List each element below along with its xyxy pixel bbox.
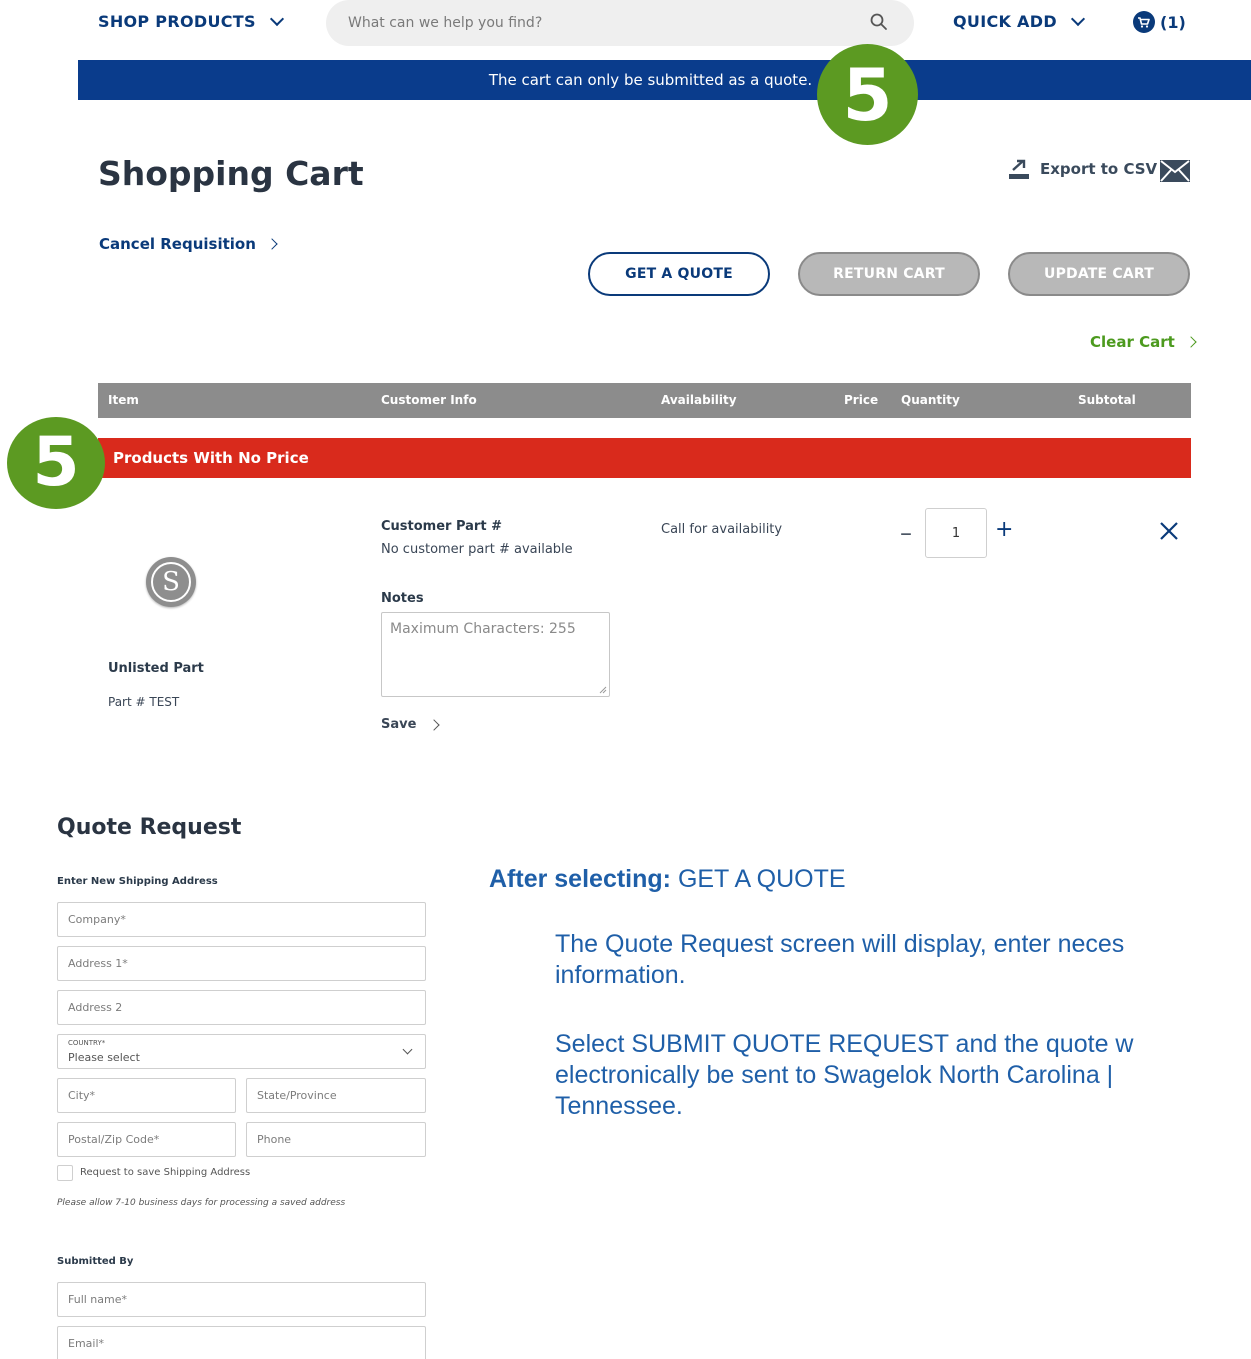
update-cart-label: UPDATE CART (1044, 266, 1154, 282)
chevron-down-icon (269, 11, 284, 26)
callout-number: 5 (32, 423, 80, 502)
phone-field[interactable] (246, 1122, 426, 1157)
save-address-label: Request to save Shipping Address (80, 1167, 251, 1178)
part-number: Part # TEST (108, 695, 180, 709)
company-field[interactable] (57, 902, 426, 937)
quote-only-banner: The cart can only be submitted as a quot… (78, 60, 1251, 100)
callout-number: 5 (842, 52, 893, 137)
save-notes-link[interactable]: Save (381, 717, 441, 732)
item-name: Unlisted Part (108, 661, 204, 676)
instruction-lead-label: After selecting: (489, 865, 671, 893)
instruction-para-1: The Quote Request screen will display, e… (555, 930, 1125, 989)
quantity-increase-button[interactable]: + (995, 517, 1013, 542)
cancel-requisition-label: Cancel Requisition (99, 235, 256, 253)
save-address-checkbox[interactable] (57, 1165, 73, 1181)
export-icon (1009, 159, 1029, 179)
processing-note: Please allow 7-10 business days for proc… (57, 1198, 346, 1208)
quick-add-label: QUICK ADD (953, 12, 1057, 31)
quantity-decrease-button[interactable]: – (900, 519, 912, 547)
instruction-lead: After selecting: GET A QUOTE (489, 864, 846, 895)
column-header-availability: Availability (661, 393, 737, 407)
cart-table-header: Item Customer Info Availability Price Qu… (98, 383, 1191, 418)
search-bar[interactable] (326, 0, 914, 46)
availability-text: Call for availability (661, 522, 783, 537)
clear-cart-link[interactable]: Clear Cart (1090, 333, 1197, 351)
country-label: COUNTRY* (68, 1039, 106, 1047)
banner-message: The cart can only be submitted as a quot… (488, 71, 813, 89)
get-a-quote-label: GET A QUOTE (625, 266, 733, 282)
chevron-right-icon (428, 718, 441, 731)
quick-add-menu[interactable]: QUICK ADD (953, 11, 1085, 31)
chevron-down-icon (1070, 11, 1085, 26)
column-header-customer-info: Customer Info (381, 393, 477, 407)
instruction-para-2: Select SUBMIT QUOTE REQUEST and the quot… (555, 1030, 1134, 1120)
notes-label: Notes (381, 591, 424, 606)
search-input[interactable] (348, 0, 848, 46)
quote-request-title: Quote Request (57, 815, 242, 840)
column-header-subtotal: Subtotal (1078, 393, 1136, 407)
cancel-requisition-link[interactable]: Cancel Requisition (99, 235, 278, 253)
clear-cart-label: Clear Cart (1090, 333, 1175, 351)
state-field[interactable] (246, 1078, 426, 1113)
callout-badge-top: 5 (817, 44, 918, 145)
save-label: Save (381, 717, 417, 732)
email-field[interactable] (57, 1326, 426, 1359)
full-name-field[interactable] (57, 1282, 426, 1317)
product-logo: S (146, 557, 196, 607)
address2-field[interactable] (57, 990, 426, 1025)
page-title: Shopping Cart (98, 154, 364, 193)
submitted-by-heading: Submitted By (57, 1256, 134, 1267)
chevron-right-icon (1185, 336, 1197, 348)
export-to-csv[interactable]: Export to CSV (1008, 158, 1157, 180)
return-cart-label: RETURN CART (833, 266, 945, 282)
notes-textarea[interactable] (381, 612, 610, 697)
search-icon[interactable] (870, 13, 888, 31)
group-label: Products With No Price (113, 449, 309, 467)
get-a-quote-button[interactable]: GET A QUOTE (588, 252, 770, 296)
products-no-price-header: Products With No Price (98, 438, 1191, 478)
chevron-right-icon (266, 238, 278, 250)
resize-grip-icon[interactable] (599, 686, 607, 694)
customer-part-value: No customer part # available (381, 542, 573, 557)
shop-products-menu[interactable]: SHOP PRODUCTS (98, 11, 284, 31)
column-header-quantity: Quantity (901, 393, 960, 407)
cart-count: (1) (1160, 12, 1186, 32)
export-label: Export to CSV (1040, 160, 1158, 178)
country-select[interactable]: COUNTRY* Please select (57, 1034, 426, 1069)
cart-button[interactable]: (1) (1132, 10, 1186, 34)
postal-code-field[interactable] (57, 1122, 236, 1157)
column-header-item: Item (108, 393, 139, 407)
update-cart-button[interactable]: UPDATE CART (1008, 252, 1190, 296)
country-value: Please select (68, 1051, 140, 1064)
callout-badge-left: 5 (7, 417, 105, 509)
chevron-down-icon (402, 1044, 413, 1055)
address1-field[interactable] (57, 946, 426, 981)
cart-icon (1133, 11, 1155, 33)
shop-products-label: SHOP PRODUCTS (98, 12, 256, 31)
email-icon[interactable] (1160, 160, 1190, 182)
column-header-price: Price (844, 393, 879, 407)
remove-item-icon[interactable] (1158, 520, 1180, 542)
quantity-input[interactable] (925, 508, 987, 558)
customer-part-label: Customer Part # (381, 519, 502, 534)
instruction-lead-action: GET A QUOTE (677, 865, 846, 893)
return-cart-button[interactable]: RETURN CART (798, 252, 980, 296)
city-field[interactable] (57, 1078, 236, 1113)
swagelok-logo-icon: S (151, 562, 191, 602)
shipping-address-heading: Enter New Shipping Address (57, 876, 218, 887)
